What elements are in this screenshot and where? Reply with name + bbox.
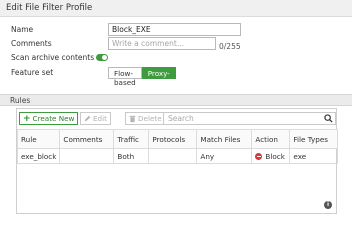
window-title: Edit File Filter Profile [0, 0, 352, 17]
search-icon [324, 114, 333, 123]
pencil-icon [84, 115, 91, 122]
rules-section-header: Rules [0, 94, 352, 106]
edit-button[interactable]: Edit [80, 112, 111, 125]
delete-button[interactable]: Delete [125, 112, 166, 125]
table-header-row: Rule Comments Traffic Protocols Match Fi… [16, 129, 338, 149]
column-header-protocols[interactable]: Protocols [148, 129, 198, 149]
comments-counter: 0/255 [219, 42, 241, 51]
column-header-comments[interactable]: Comments [59, 129, 115, 149]
comments-input[interactable]: Write a comment... [108, 37, 216, 50]
toggle-knob [102, 55, 107, 60]
column-header-file-types[interactable]: File Types [289, 129, 338, 149]
edit-label: Edit [93, 114, 107, 123]
rules-table: Rule Comments Traffic Protocols Match Fi… [16, 129, 338, 164]
cell-action: Block [251, 148, 291, 164]
table-row[interactable]: exe_block Both Any Block exe [16, 148, 338, 164]
feature-set-label: Feature set [11, 68, 54, 77]
block-icon [255, 152, 263, 160]
action-label: Block [265, 151, 285, 161]
comments-label: Comments [11, 39, 52, 48]
action-content: Block [255, 152, 286, 161]
delete-label: Delete [138, 114, 162, 123]
scan-archive-label: Scan archive contents [11, 53, 95, 62]
flow-based-option[interactable]: Flow-based [108, 67, 142, 87]
column-header-rule[interactable]: Rule [16, 129, 61, 149]
cell-match-files: Any [196, 148, 253, 164]
rules-toolbar: + Create New Edit Delete Search [17, 109, 336, 129]
proxy-based-option[interactable]: Proxy-based [141, 67, 176, 87]
cell-file-types: exe [289, 148, 338, 164]
rules-section-title: Rules [10, 96, 31, 105]
window-title-text: Edit File Filter Profile [6, 3, 93, 13]
name-input[interactable]: Block_EXE [108, 23, 241, 36]
create-new-button[interactable]: + Create New [19, 112, 79, 125]
scan-archive-toggle[interactable] [96, 54, 108, 61]
info-icon[interactable]: i [324, 201, 332, 209]
feature-set-selector: Flow-based Proxy-based [108, 67, 176, 87]
plus-icon: + [23, 113, 31, 124]
cell-rule: exe_block [16, 148, 61, 164]
column-header-traffic[interactable]: Traffic [113, 129, 150, 149]
profile-form: Name Block_EXE Comments Write a comment.… [0, 17, 352, 94]
search-input[interactable]: Search [163, 112, 336, 125]
cell-protocols [148, 148, 198, 164]
column-header-match-files[interactable]: Match Files [196, 129, 253, 149]
cell-comments [59, 148, 115, 164]
cell-traffic: Both [113, 148, 150, 164]
search-placeholder: Search [168, 114, 194, 123]
rules-panel: + Create New Edit Delete Search Rule Com… [16, 108, 338, 214]
column-header-action[interactable]: Action [251, 129, 291, 149]
name-label: Name [11, 25, 34, 34]
create-new-label: Create New [32, 114, 75, 123]
trash-icon [129, 115, 136, 122]
